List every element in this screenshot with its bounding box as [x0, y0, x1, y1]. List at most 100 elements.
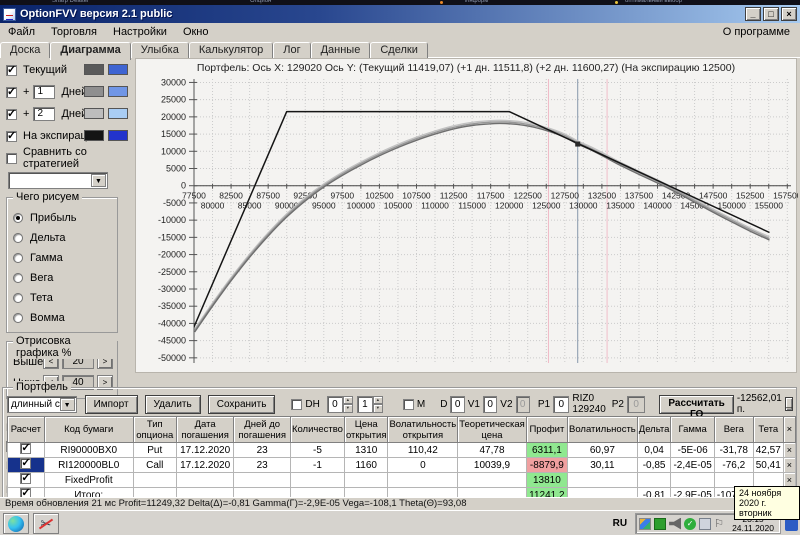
calc-cell[interactable]	[7, 457, 45, 473]
language-indicator[interactable]: RU	[613, 518, 627, 529]
legend-swatch[interactable]	[84, 64, 104, 75]
tab-лог[interactable]: Лог	[273, 42, 311, 58]
dh-checkbox[interactable]	[291, 398, 303, 410]
plus2-checkbox[interactable]	[6, 107, 17, 120]
tab-данные[interactable]: Данные	[310, 42, 371, 58]
v2-input[interactable]: 0	[515, 395, 530, 413]
legend-swatch[interactable]	[84, 130, 104, 141]
app-tray-icon[interactable]	[639, 517, 652, 530]
radio-icon[interactable]	[13, 313, 23, 323]
col-header-12: Гамма	[670, 416, 715, 443]
chevron-down-icon[interactable]: ▼	[59, 397, 75, 411]
menu-about[interactable]: О программе	[713, 24, 800, 40]
legend-swatch[interactable]	[84, 108, 104, 119]
v1-input[interactable]: 0	[482, 395, 498, 413]
flag-icon[interactable]: ⚐	[714, 518, 726, 530]
radio-profit[interactable]: Прибыль	[13, 208, 113, 228]
desktop: { "top_strip": { "fragments": ["Sharp De…	[0, 0, 800, 535]
p2-input[interactable]: 0	[627, 395, 646, 413]
plus1-checkbox[interactable]	[6, 85, 17, 98]
menu-file[interactable]: Файл	[0, 24, 43, 40]
current-checkbox[interactable]	[6, 63, 17, 76]
edge-taskbar-button[interactable]	[3, 513, 29, 534]
plus1-days-input[interactable]: 1	[33, 85, 56, 99]
check-circle-icon[interactable]: ✓	[684, 517, 697, 530]
snipping-taskbar-button[interactable]: ✂	[33, 513, 59, 534]
save-button[interactable]: Сохранить	[207, 394, 276, 414]
strategy-combobox[interactable]: ▼	[8, 172, 108, 189]
menu-window[interactable]: Окно	[175, 24, 217, 40]
expiration-checkbox[interactable]	[6, 129, 17, 142]
radio-gamma[interactable]: Гамма	[13, 248, 113, 268]
m-label: M	[416, 398, 426, 410]
d-input[interactable]: 0	[450, 395, 465, 413]
legend-swatch[interactable]	[108, 64, 128, 75]
tab-улыбка[interactable]: Улыбка	[130, 42, 189, 58]
tab-сделки[interactable]: Сделки	[370, 42, 428, 58]
col-header-5: Количество	[289, 416, 345, 443]
tab-калькулятор[interactable]: Калькулятор	[188, 42, 274, 58]
x-tick-label: 102500	[365, 191, 394, 201]
radio-icon[interactable]	[13, 273, 23, 283]
portfolio-panel: Портфель длинный стре ▼ Импорт Удалить С…	[2, 381, 797, 503]
delete-button[interactable]: Удалить	[144, 394, 201, 414]
current-point-marker[interactable]	[575, 141, 581, 147]
p1-input[interactable]: 0	[553, 395, 570, 413]
row-calc-checkbox[interactable]	[20, 443, 32, 454]
payoff-chart[interactable]: 300002500020000150001000050000-5000-1000…	[136, 59, 798, 374]
radio-icon[interactable]	[13, 293, 23, 303]
legend-swatch[interactable]	[84, 86, 104, 97]
row-calc-checkbox[interactable]	[20, 458, 32, 469]
tray-date: 24.11.2020	[732, 522, 774, 533]
speaker-icon[interactable]	[669, 517, 682, 530]
legend-swatch[interactable]	[108, 108, 128, 119]
tab-доска[interactable]: Доска	[0, 42, 51, 58]
x-tick-label: 112500	[440, 191, 468, 201]
radio-theta[interactable]: Тета	[13, 288, 113, 308]
delete-row-button[interactable]: ×	[782, 442, 797, 458]
spinner-2[interactable]: 1 ▲ ▼	[356, 395, 383, 413]
compare-checkbox[interactable]	[6, 152, 17, 164]
bg-folder-icon	[615, 1, 618, 4]
legend-swatch[interactable]	[108, 130, 128, 141]
portfolio-title: Портфель	[13, 381, 71, 393]
collapse-button[interactable]: _	[784, 397, 793, 411]
calc-go-button[interactable]: Рассчитать ГО	[659, 394, 734, 420]
chevron-down-icon[interactable]: ▼	[91, 174, 106, 187]
calc-cell[interactable]	[7, 472, 45, 488]
col-header-6: Цена открытия	[343, 416, 389, 443]
green-square-icon[interactable]	[654, 517, 667, 530]
delete-row-button[interactable]: ×	[782, 457, 797, 473]
radio-delta[interactable]: Дельта	[13, 228, 113, 248]
row-calc-checkbox[interactable]	[20, 473, 32, 484]
menu-settings[interactable]: Настройки	[105, 24, 175, 40]
legend-row-current: Текущий	[6, 62, 135, 78]
x-tick-label: 105000	[384, 201, 413, 211]
import-button[interactable]: Импорт	[84, 394, 138, 414]
sidebar: Текущий + 1 Дней + 2 Дней На экспирацию …	[0, 58, 135, 516]
radio-icon[interactable]	[13, 213, 23, 223]
minimize-button[interactable]: _	[745, 7, 761, 21]
radio-vega[interactable]: Вега	[13, 268, 113, 288]
plus-sign: +	[23, 108, 30, 120]
x-tick-label: 80000	[201, 201, 225, 211]
value-cell	[175, 472, 235, 488]
spinner-1[interactable]: 0 ▲ ▼	[326, 395, 353, 413]
strategy-select[interactable]: длинный стре ▼	[7, 395, 77, 413]
m-checkbox[interactable]	[402, 398, 414, 410]
maximize-button[interactable]: □	[763, 7, 779, 21]
radio-vomma[interactable]: Вомма	[13, 308, 113, 328]
value-cell: -0,85	[636, 457, 672, 473]
close-button[interactable]: ×	[781, 7, 797, 21]
legend-swatch[interactable]	[108, 86, 128, 97]
calc-cell[interactable]	[7, 442, 45, 458]
menu-trading[interactable]: Торговля	[43, 24, 105, 40]
network-icon[interactable]	[699, 517, 712, 530]
plus2-days-input[interactable]: 2	[33, 107, 56, 121]
value-cell: Put	[132, 442, 177, 458]
x-tick-label: 115000	[458, 201, 486, 211]
radio-icon[interactable]	[13, 233, 23, 243]
radio-icon[interactable]	[13, 253, 23, 263]
y-tick-label: -45000	[158, 336, 186, 346]
tab-диаграмма[interactable]: Диаграмма	[50, 42, 131, 60]
